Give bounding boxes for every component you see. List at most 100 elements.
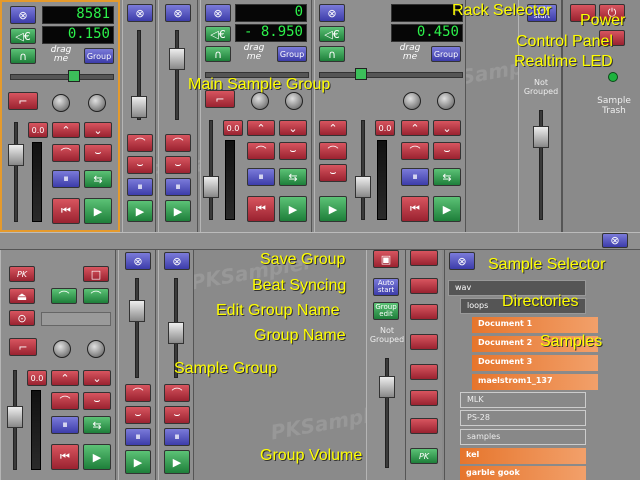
loop-start-icon[interactable]: ⌒ [247,142,275,160]
volume-fader[interactable] [169,48,185,70]
play-icon[interactable]: ▶ [83,444,111,470]
loop-end-icon[interactable]: ⌣ [164,406,190,424]
strip-close-button[interactable]: ⊗ [125,252,151,270]
up-arrow-icon[interactable]: ⌃ [247,120,275,136]
group-button[interactable]: Group [431,46,461,62]
double-down-icon[interactable]: ⌄ [83,370,111,386]
up-arrow-icon[interactable]: ⌃ [52,122,80,138]
slot-button[interactable] [410,304,438,320]
edit-group-name-button[interactable]: Group edit [373,302,399,320]
slot-button[interactable] [410,418,438,434]
slot-button[interactable] [410,334,438,350]
loop-start-icon[interactable]: ⌒ [164,384,190,402]
loop-end-icon[interactable]: ⌣ [83,392,111,410]
group-volume-fader[interactable] [533,126,549,148]
volume-fader[interactable] [355,176,371,198]
headphone-icon[interactable]: ∩ [319,46,345,62]
loop-start-icon[interactable]: ⌒ [51,392,79,410]
loop-start-icon[interactable]: ⌒ [127,134,153,152]
volume-fader[interactable] [203,176,219,198]
pause-icon[interactable]: ⏸ [125,428,151,446]
bottom-narrow-strip[interactable]: ⊗ ⌒ ⌣ ⏸ ▶ [118,250,156,480]
square-icon[interactable]: □ [83,266,109,282]
rewind-icon[interactable]: ⏮ [247,196,275,222]
loop-start-icon[interactable]: ⌒ [319,142,347,160]
strip-close-button[interactable]: ⊗ [205,4,231,22]
shoe-icon[interactable]: ⌐ [9,338,37,356]
strip-close-button[interactable]: ⊗ [319,4,345,22]
strip-close-button[interactable]: ⊗ [127,4,153,22]
directory-row[interactable]: MLK [460,392,586,408]
pk-button[interactable]: PK [410,448,438,464]
strip-close-button[interactable]: ⊗ [164,252,190,270]
pan-slider-track[interactable] [10,74,114,80]
rack-close-button[interactable]: ⊗ [602,233,628,248]
loop-start-icon[interactable]: ⌒ [125,384,151,402]
sample-trash[interactable]: Sample Trash [587,96,640,116]
slot-button[interactable] [410,364,438,380]
tempo-knob[interactable] [285,92,303,110]
tempo-knob[interactable] [437,92,455,110]
sample-row[interactable]: Document 3 [472,355,598,371]
pause-icon[interactable]: ⏸ [52,170,80,188]
bottom-sample-strip[interactable]: PK □ ⏏ ⌒ ⌒ ⊙ ⌐ 0.0 ⌃ ⌄ ⌒ ⌣ ⏸ ⇆ ⏮ ▶ [0,250,116,480]
selector-close-button[interactable]: ⊗ [449,252,475,270]
tempo-knob[interactable] [88,94,106,112]
strip-speaker-button[interactable]: ◁€ [205,26,231,42]
pitch-knob[interactable] [403,92,421,110]
loop-start-icon[interactable]: ⌒ [51,288,77,304]
loop-end-icon[interactable]: ⌣ [319,164,347,182]
loop-end-icon[interactable]: ⌒ [83,288,109,304]
sample-strip-2[interactable]: ⊗ 0 ◁€ - 8.950 ∩ drag me Group ⌐ 0.0 ⌃ ⌄… [200,0,312,232]
double-down-icon[interactable]: ⌄ [84,122,112,138]
pause-icon[interactable]: ⏸ [127,178,153,196]
loop-start-icon[interactable]: ⌒ [401,142,429,160]
headphone-icon[interactable]: ∩ [205,46,231,62]
sample-row[interactable]: maelstrom1_137 [472,374,598,390]
group-button[interactable]: Group [277,46,307,62]
pk-button[interactable]: PK [9,266,35,282]
rewind-icon[interactable]: ⏮ [51,444,79,470]
loop-end-icon[interactable]: ⌣ [165,156,191,174]
play-icon[interactable]: ▶ [164,450,190,474]
loop-start-icon[interactable]: ⌒ [52,144,80,162]
name-field[interactable] [41,312,111,326]
sample-row[interactable]: kel [460,448,586,464]
strip-speaker-button[interactable]: ◁€ [10,28,36,44]
volume-fader[interactable] [131,96,147,118]
sample-row[interactable]: garble gook [460,466,586,480]
beat-sync-button[interactable]: Auto start [373,278,399,296]
volume-fader[interactable] [129,300,145,322]
play-icon[interactable]: ▶ [319,196,347,222]
volume-fader[interactable] [168,322,184,344]
play-icon[interactable]: ▶ [279,196,307,222]
play-icon[interactable]: ▶ [127,200,153,222]
double-down-icon[interactable]: ⌄ [433,120,461,136]
pause-icon[interactable]: ⏸ [247,168,275,186]
sample-strip-1[interactable]: ⊗ 8581 ◁€ 0.150 ∩ drag me Group ⌐ 0.0 ⌃ … [0,0,120,232]
shoe-icon[interactable]: ⌐ [8,92,38,110]
play-icon[interactable]: ▶ [433,196,461,222]
play-icon[interactable]: ▶ [165,200,191,222]
sample-strip-narrow[interactable]: ⊗ ⌒ ⌣ ⏸ ▶ [158,0,198,232]
double-down-icon[interactable]: ⌃ [401,120,429,136]
play-icon[interactable]: ▶ [84,198,112,224]
directory-row[interactable]: samples [460,429,586,445]
pause-icon[interactable]: ⏸ [164,428,190,446]
pause-icon[interactable]: ⏸ [51,416,79,434]
loop-end-icon[interactable]: ⌣ [127,156,153,174]
drag-me-label[interactable]: drag me [239,44,269,62]
pan-slider-track[interactable] [319,72,463,78]
slot-button[interactable] [410,278,438,294]
loop-icon[interactable]: ⇆ [84,170,112,188]
slot-button[interactable] [410,390,438,406]
drag-me-label[interactable]: drag me [395,44,425,62]
play-icon[interactable]: ▶ [125,450,151,474]
loop-icon[interactable]: ⇆ [83,416,111,434]
pan-slider-handle[interactable] [355,68,367,80]
loop-start-icon[interactable]: ⌒ [165,134,191,152]
group-button[interactable]: Group [84,48,114,64]
sample-strip-narrow[interactable]: ⊗ ⌒ ⌣ ⏸ ▶ [122,0,156,232]
strip-close-button[interactable]: ⊗ [165,4,191,22]
strip-speaker-button[interactable]: ◁€ [319,26,345,42]
